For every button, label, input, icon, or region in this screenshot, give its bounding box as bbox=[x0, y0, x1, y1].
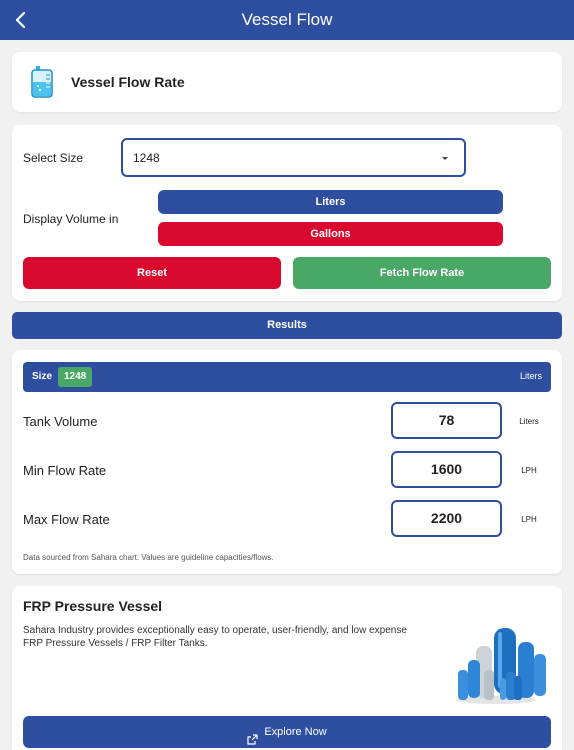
size-label: Size bbox=[32, 371, 53, 382]
results-heading: Results bbox=[12, 312, 562, 339]
pressure-vessels-image bbox=[446, 626, 546, 706]
dropdown-caret-icon bbox=[442, 157, 448, 160]
min-flow-rate-value: 1600 bbox=[391, 451, 502, 488]
promo-description: Sahara Industry provides exceptionally e… bbox=[23, 625, 407, 649]
tank-volume-unit: Liters bbox=[519, 417, 539, 426]
size-summary-bar: Size 1248 Liters bbox=[23, 362, 551, 392]
size-badge: 1248 bbox=[58, 367, 93, 387]
gallons-button[interactable]: Gallons bbox=[158, 222, 503, 246]
max-flow-rate-label: Max Flow Rate bbox=[23, 512, 110, 527]
tank-volume-value: 78 bbox=[391, 402, 502, 439]
explore-now-button[interactable]: Explore Now bbox=[23, 716, 551, 748]
app-header: Vessel Flow bbox=[0, 0, 574, 40]
frp-promo-card: FRP Pressure Vessel Sahara Industry prov… bbox=[12, 586, 562, 750]
display-volume-label: Display Volume in bbox=[23, 212, 119, 226]
unit-header: Liters bbox=[519, 371, 542, 381]
fetch-flow-rate-button[interactable]: Fetch Flow Rate bbox=[293, 257, 551, 289]
flow-form-card: Select Size 1248 Display Volume in Liter… bbox=[12, 125, 562, 301]
max-flow-rate-value: 2200 bbox=[391, 500, 502, 537]
explore-now-label: Explore Now bbox=[264, 726, 327, 738]
data-source-note: Data sourced from Sahara chart. Values a… bbox=[23, 553, 274, 562]
size-select[interactable]: 1248 bbox=[121, 138, 466, 177]
section-header-card: Vessel Flow Rate bbox=[12, 52, 562, 112]
liters-button[interactable]: Liters bbox=[158, 190, 503, 214]
promo-title: FRP Pressure Vessel bbox=[23, 598, 163, 614]
size-select-value: 1248 bbox=[133, 151, 160, 165]
max-flow-rate-unit: LPH bbox=[521, 515, 537, 524]
page-title: Vessel Flow bbox=[241, 10, 333, 29]
tank-volume-label: Tank Volume bbox=[23, 414, 98, 429]
reset-button[interactable]: Reset bbox=[23, 257, 281, 289]
select-size-label: Select Size bbox=[23, 151, 84, 165]
min-flow-rate-unit: LPH bbox=[521, 466, 537, 475]
water-tank-icon bbox=[30, 66, 54, 98]
min-flow-rate-label: Min Flow Rate bbox=[23, 463, 107, 478]
section-title: Vessel Flow Rate bbox=[71, 74, 185, 90]
results-card: Size 1248 Liters Tank Volume 78 Liters M… bbox=[12, 350, 562, 574]
external-link-icon bbox=[247, 726, 258, 745]
